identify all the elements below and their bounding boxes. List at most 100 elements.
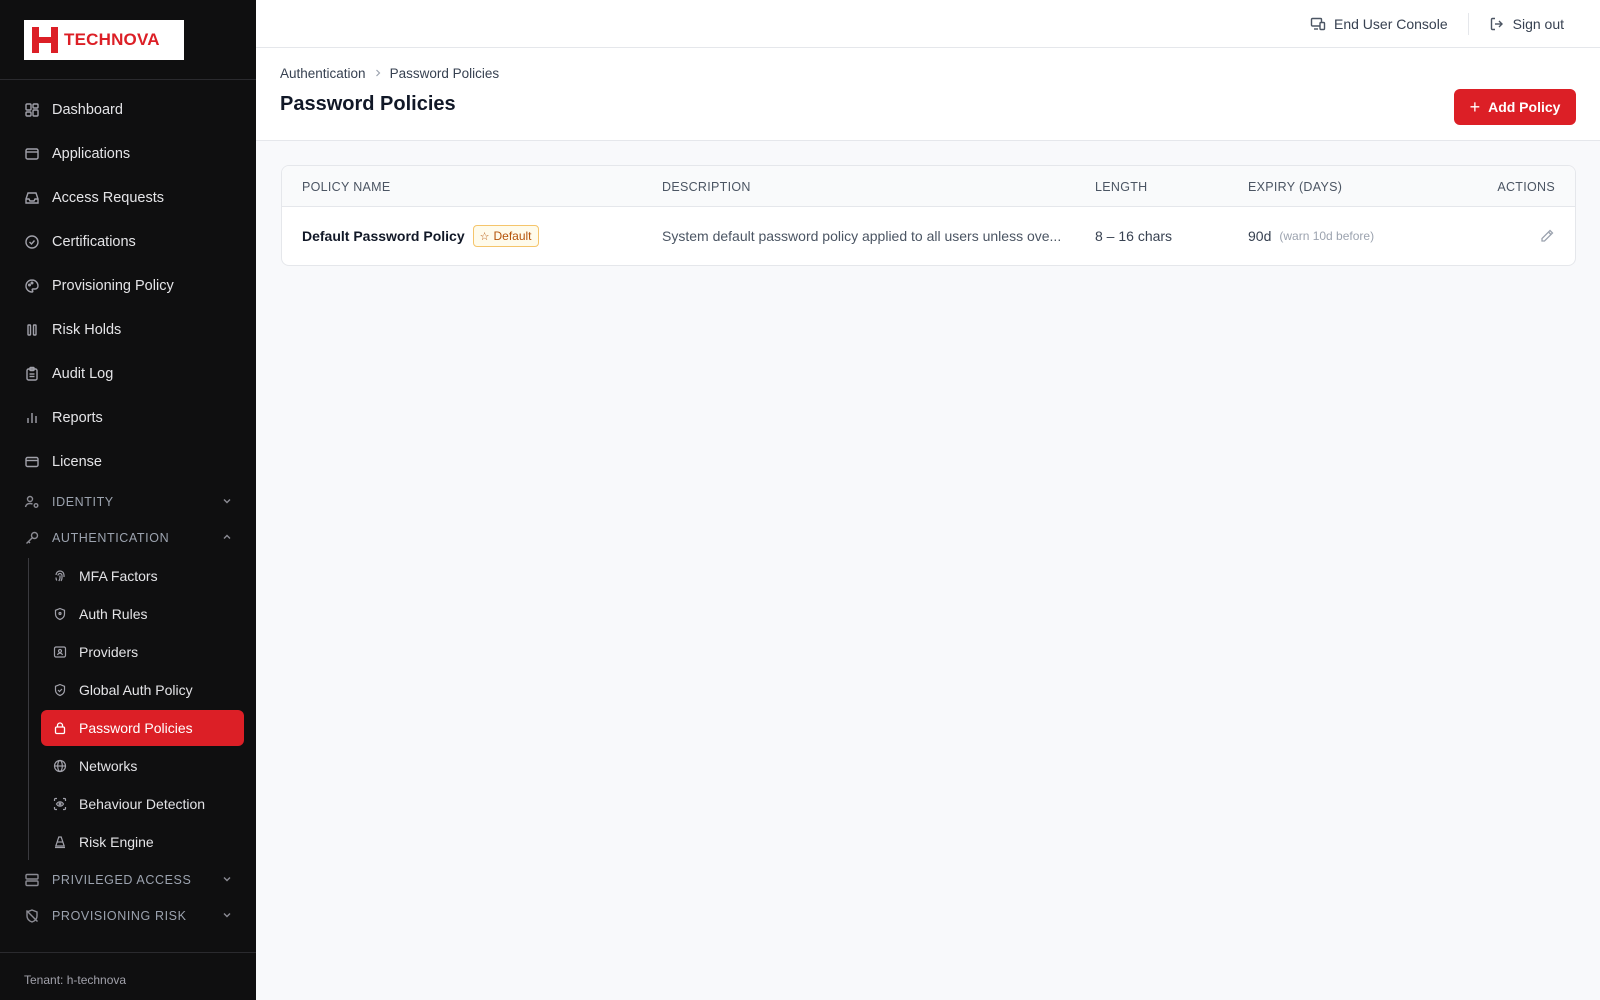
top-bar: End User Console Sign out bbox=[256, 0, 1600, 48]
policy-description: System default password policy applied t… bbox=[662, 228, 1062, 244]
sidebar-item-applications[interactable]: Applications bbox=[0, 132, 256, 176]
grid-icon bbox=[24, 102, 40, 118]
chevron-down-icon bbox=[222, 910, 232, 923]
sidebar-item-label: Applications bbox=[52, 146, 131, 162]
log-out-icon bbox=[1489, 16, 1505, 32]
sign-out-link[interactable]: Sign out bbox=[1489, 16, 1564, 32]
page-title: Password Policies bbox=[280, 93, 456, 115]
sidebar-item-label: Providers bbox=[79, 644, 139, 660]
sidebar-item-networks[interactable]: Networks bbox=[41, 748, 244, 784]
add-policy-button[interactable]: + Add Policy bbox=[1454, 89, 1576, 125]
column-header-expiry[interactable]: EXPIRY (DAYS) bbox=[1248, 166, 1342, 207]
actions-cell bbox=[1539, 207, 1555, 265]
scan-eye-icon bbox=[53, 797, 67, 811]
sign-out-label: Sign out bbox=[1512, 15, 1564, 32]
sidebar-item-access-requests[interactable]: Access Requests bbox=[0, 176, 256, 220]
badge-label: Default bbox=[493, 229, 532, 243]
sidebar-item-risk-engine[interactable]: Risk Engine bbox=[41, 824, 244, 860]
section-privileged-access[interactable]: PRIVILEGED ACCESS bbox=[0, 862, 256, 898]
globe-icon bbox=[53, 759, 67, 773]
divider bbox=[1467, 12, 1469, 35]
table-row[interactable]: Default Password Policy ☆ Default System… bbox=[282, 207, 1575, 265]
chevron-up-icon bbox=[222, 532, 232, 545]
policies-table: POLICY NAME DESCRIPTION LENGTH EXPIRY (D… bbox=[281, 165, 1576, 266]
policy-length: 8 – 16 chars bbox=[1095, 228, 1173, 244]
section-authentication[interactable]: AUTHENTICATION bbox=[0, 520, 256, 556]
sidebar-item-label: Risk Holds bbox=[52, 322, 122, 338]
sidebar-item-label: Networks bbox=[79, 758, 138, 774]
clipboard-icon bbox=[24, 366, 40, 382]
sidebar-item-label: Access Requests bbox=[52, 190, 165, 206]
devices-icon bbox=[1310, 16, 1326, 32]
sidebar-item-label: Dashboard bbox=[52, 102, 123, 118]
section-label: AUTHENTICATION bbox=[52, 531, 170, 545]
sidebar-item-password-policies[interactable]: Password Policies bbox=[41, 710, 244, 746]
add-policy-label: Add Policy bbox=[1488, 99, 1561, 115]
sidebar-item-label: Risk Engine bbox=[79, 834, 154, 850]
sidebar-item-reports[interactable]: Reports bbox=[0, 396, 256, 440]
browser-window-icon bbox=[24, 146, 40, 162]
breadcrumb: Authentication Password Policies bbox=[280, 66, 1576, 81]
sidebar-item-label: Auth Rules bbox=[79, 606, 148, 622]
brand-logo[interactable]: TECHNOVA bbox=[24, 20, 184, 60]
end-user-console-link[interactable]: End User Console bbox=[1310, 16, 1448, 32]
pencil-icon[interactable] bbox=[1539, 228, 1555, 244]
sidebar-item-risk-holds[interactable]: Risk Holds bbox=[0, 308, 256, 352]
tenant-label: Tenant: h-technova bbox=[0, 952, 256, 1000]
palette-icon bbox=[24, 278, 40, 294]
sidebar-item-mfa-factors[interactable]: MFA Factors bbox=[41, 558, 244, 594]
sidebar-item-dashboard[interactable]: Dashboard bbox=[0, 88, 256, 132]
key-icon bbox=[24, 530, 40, 546]
chevron-right-icon bbox=[374, 68, 382, 80]
inbox-icon bbox=[24, 190, 40, 206]
sidebar-item-certifications[interactable]: Certifications bbox=[0, 220, 256, 264]
credit-card-icon bbox=[24, 454, 40, 470]
sidebar-item-behaviour-detection[interactable]: Behaviour Detection bbox=[41, 786, 244, 822]
user-cog-icon bbox=[24, 494, 40, 510]
sidebar-item-label: License bbox=[52, 454, 102, 470]
logo-h-mark-icon bbox=[32, 27, 58, 53]
policy-name[interactable]: Default Password Policy bbox=[302, 228, 465, 244]
page-header: Authentication Password Policies Passwor… bbox=[256, 48, 1600, 141]
default-badge: ☆ Default bbox=[472, 225, 539, 247]
bar-chart-icon bbox=[24, 410, 40, 426]
column-header-length[interactable]: LENGTH bbox=[1095, 166, 1148, 207]
policy-expiry-cell: 90d (warn 10d before) bbox=[1248, 207, 1374, 265]
section-label: PROVISIONING RISK bbox=[52, 909, 187, 923]
breadcrumb-current: Password Policies bbox=[389, 66, 500, 81]
sidebar-nav: Dashboard Applications Access Requests C… bbox=[0, 80, 256, 934]
column-header-policy-name[interactable]: POLICY NAME bbox=[302, 166, 391, 207]
sidebar-item-label: Audit Log bbox=[52, 366, 114, 382]
sidebar-item-global-auth-policy[interactable]: Global Auth Policy bbox=[41, 672, 244, 708]
sidebar-item-audit-log[interactable]: Audit Log bbox=[0, 352, 256, 396]
fingerprint-icon bbox=[53, 569, 67, 583]
chevron-down-icon bbox=[222, 874, 232, 887]
sidebar-item-label: MFA Factors bbox=[79, 568, 158, 584]
sidebar-item-label: Certifications bbox=[52, 234, 136, 250]
brand-name: TECHNOVA bbox=[64, 30, 160, 49]
section-identity[interactable]: IDENTITY bbox=[0, 484, 256, 520]
end-user-console-label: End User Console bbox=[1334, 15, 1448, 32]
shield-icon bbox=[53, 607, 67, 621]
star-icon: ☆ bbox=[479, 230, 490, 243]
sidebar: TECHNOVA Dashboard Applications Access R… bbox=[0, 0, 256, 1000]
section-provisioning-risk[interactable]: PROVISIONING RISK bbox=[0, 898, 256, 934]
sidebar-item-providers[interactable]: Providers bbox=[41, 634, 244, 670]
shield-off-icon bbox=[24, 908, 40, 924]
chevron-down-icon bbox=[222, 496, 232, 509]
column-header-description[interactable]: DESCRIPTION bbox=[662, 166, 751, 207]
sidebar-item-label: Provisioning Policy bbox=[52, 278, 174, 294]
pause-icon bbox=[24, 322, 40, 338]
plus-icon: + bbox=[1469, 97, 1481, 117]
sidebar-item-label: Global Auth Policy bbox=[79, 682, 193, 698]
sidebar-item-auth-rules[interactable]: Auth Rules bbox=[41, 596, 244, 632]
breadcrumb-authentication[interactable]: Authentication bbox=[280, 66, 366, 81]
authentication-submenu: MFA Factors Auth Rules Providers Global … bbox=[28, 558, 256, 860]
sidebar-item-license[interactable]: License bbox=[0, 440, 256, 484]
section-label: IDENTITY bbox=[52, 495, 114, 509]
sidebar-item-label: Password Policies bbox=[79, 720, 193, 736]
cone-icon bbox=[53, 835, 67, 849]
sidebar-item-provisioning-policy[interactable]: Provisioning Policy bbox=[0, 264, 256, 308]
policy-expiry: 90d bbox=[1248, 228, 1272, 244]
server-icon bbox=[24, 872, 40, 888]
